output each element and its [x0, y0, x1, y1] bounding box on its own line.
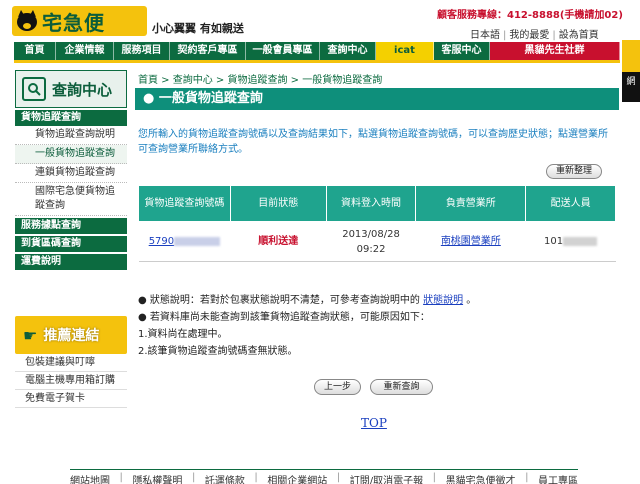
sidebar-title: 查詢中心 [52, 80, 113, 99]
pointing-hand-icon: ☛ [23, 325, 38, 345]
cell-status: 順利送達 [230, 221, 327, 262]
date-text: 2013/08/28 [342, 228, 400, 240]
sidebar-sub-chain-tracking[interactable]: 連鎖貨物追蹤查詢 [15, 164, 127, 183]
main-nav: 首頁 企業情報 服務項目 契約客戶專區 一般會員專區 查詢中心 icat 客服中… [14, 42, 620, 60]
page-title: ● 一般貨物追蹤查詢 [135, 88, 619, 110]
status-explanation-link[interactable]: 狀態說明 [423, 295, 463, 306]
col-tracking-no: 貨物追蹤查詢號碼 [138, 185, 231, 222]
hotline: 顧客服務專線：412-8888(手機請加02) [437, 10, 623, 21]
courier-id: 101 [544, 236, 564, 247]
cell-courier: 101 [525, 221, 616, 262]
link-set-homepage[interactable]: 設為首頁 [559, 30, 599, 41]
link-japanese[interactable]: 日本語 [470, 30, 500, 41]
col-login-time: 資料登入時間 [325, 185, 417, 222]
status-text: 順利送達 [258, 236, 299, 247]
page-description: 您所輸入的貨物追蹤查詢號碼以及查詢結果如下，點選貨物追蹤查詢號碼，可以查詢歷史狀… [138, 129, 608, 155]
nav-company[interactable]: 企業情報 [56, 42, 114, 60]
top-links: 日本語 | 我的最愛 | 設為首頁 [470, 30, 599, 41]
search-doc-icon [22, 77, 46, 101]
note-reason-2: 2.該筆貨物追蹤查詢號碼查無狀態。 [138, 346, 298, 357]
sidebar-sub-general-tracking[interactable]: 一般貨物追蹤查詢 [15, 145, 127, 164]
slogan: 小心翼翼 有如親送 [152, 22, 244, 35]
col-office: 負責營業所 [415, 185, 527, 222]
sidebar-header: 查詢中心 [15, 70, 127, 108]
nav-query-center[interactable]: 查詢中心 [320, 42, 376, 60]
cell-time: 2013/08/28 09:22 [326, 221, 416, 262]
footer-terms[interactable]: 託運條款 [205, 472, 245, 484]
refresh-button[interactable]: 重新整理 [546, 164, 602, 179]
office-link[interactable]: 南桃園營業所 [441, 236, 501, 247]
tracking-number-link[interactable]: 5790 [149, 236, 174, 247]
nav-community[interactable]: 黑貓先生社群 [490, 42, 620, 60]
time-text: 09:22 [356, 243, 386, 255]
note-reason-1: 1.資料尚在處理中。 [138, 329, 228, 340]
table-row: 5790 順利送達 2013/08/28 09:22 南桃園營業所 101 [138, 221, 616, 262]
footer-related[interactable]: 相關企業網站 [267, 472, 327, 484]
nav-contract[interactable]: 契約客戶專區 [170, 42, 246, 60]
site-header: 宅急便 小心翼翼 有如親送 顧客服務專線：412-8888(手機請加02) 日本… [0, 0, 640, 42]
redacted-digits [174, 236, 221, 246]
promo-link-packing[interactable]: 包裝建議與叮嚀 [15, 354, 127, 372]
sidebar-item-zone-code[interactable]: 到貨區碼查詢 [15, 236, 127, 252]
promo-header: ☛ 推薦連結 [15, 316, 127, 354]
redacted-courier [563, 236, 598, 246]
nav-members[interactable]: 一般會員專區 [246, 42, 320, 60]
status-notes: ● 狀態說明：若對於包裹狀態說明不清楚，可參考查詢說明中的 狀態說明 。 ● 若… [138, 292, 476, 360]
sidebar-sub-intl-tracking[interactable]: 國際宅急便貨物追蹤查詢 [15, 183, 127, 216]
table-header-row: 貨物追蹤查詢號碼 目前狀態 資料登入時間 負責營業所 配送人員 [138, 185, 616, 222]
previous-button[interactable]: 上一步 [314, 379, 361, 395]
col-status: 目前狀態 [229, 185, 327, 222]
brand-logo[interactable]: 宅急便 [12, 6, 147, 36]
nav-services[interactable]: 服務項目 [114, 42, 170, 60]
sidebar-item-shipping-fee[interactable]: 運費說明 [15, 254, 127, 270]
link-favorites[interactable]: 我的最愛 [509, 30, 549, 41]
sidebar-sub-tracking-help[interactable]: 貨物追蹤查詢說明 [15, 126, 127, 145]
sidebar: 查詢中心 貨物追蹤查詢 貨物追蹤查詢說明 一般貨物追蹤查詢 連鎖貨物追蹤查詢 國… [15, 70, 127, 270]
col-courier: 配送人員 [525, 185, 616, 222]
footer-links: 網站地圖 | 隱私權聲明 | 託運條款 | 相關企業網站 | 訂閱/取消電子報 | 黑貓宅… [70, 469, 578, 484]
brand-name: 宅急便 [42, 10, 105, 35]
promo-title: 推薦連結 [43, 328, 100, 344]
recommended-links: ☛ 推薦連結 包裝建議與叮嚀 電腦主機專用箱訂購 免費電子賀卡 [15, 316, 127, 408]
nav-underline [14, 60, 620, 63]
promo-link-ecard[interactable]: 免費電子賀卡 [15, 390, 127, 408]
note-status-prefix: ● 狀態說明：若對於包裹狀態說明不清楚，可參考查詢說明中的 [138, 295, 420, 306]
note-not-found: ● 若資料庫尚未能查詢到該筆貨物追蹤查詢狀態，可能原因如下： [138, 312, 430, 323]
nav-icat[interactable]: icat [376, 42, 434, 60]
nav-home[interactable]: 首頁 [14, 42, 56, 60]
footer-sitemap[interactable]: 網站地圖 [70, 472, 110, 484]
footer-staff[interactable]: 員工專區 [538, 472, 578, 484]
breadcrumb[interactable]: 首頁 > 查詢中心 > 貨物追蹤查詢 > 一般貨物追蹤查詢 [138, 71, 382, 86]
sidebar-item-locations[interactable]: 服務據點查詢 [15, 218, 127, 234]
cell-tracking-no[interactable]: 5790 [138, 221, 231, 262]
requery-button[interactable]: 重新查詢 [370, 379, 433, 395]
promo-link-pc-box[interactable]: 電腦主機專用箱訂購 [15, 372, 127, 390]
footer-privacy[interactable]: 隱私權聲明 [132, 472, 182, 484]
black-cat-icon [12, 6, 42, 36]
tracking-results-table: 貨物追蹤查詢號碼 目前狀態 資料登入時間 負責營業所 配送人員 5790 順利送… [138, 185, 616, 262]
sidebar-item-tracking[interactable]: 貨物追蹤查詢 [15, 110, 127, 126]
nav-customer-service[interactable]: 客服中心 [434, 42, 490, 60]
footer-careers[interactable]: 黑貓宅急便徵才 [446, 472, 516, 484]
footer-newsletter[interactable]: 訂閱/取消電子報 [350, 472, 423, 484]
cell-office: 南桃園營業所 [415, 221, 526, 262]
side-ad[interactable]: 網 [622, 40, 640, 102]
back-to-top-link[interactable]: TOP [361, 416, 387, 430]
